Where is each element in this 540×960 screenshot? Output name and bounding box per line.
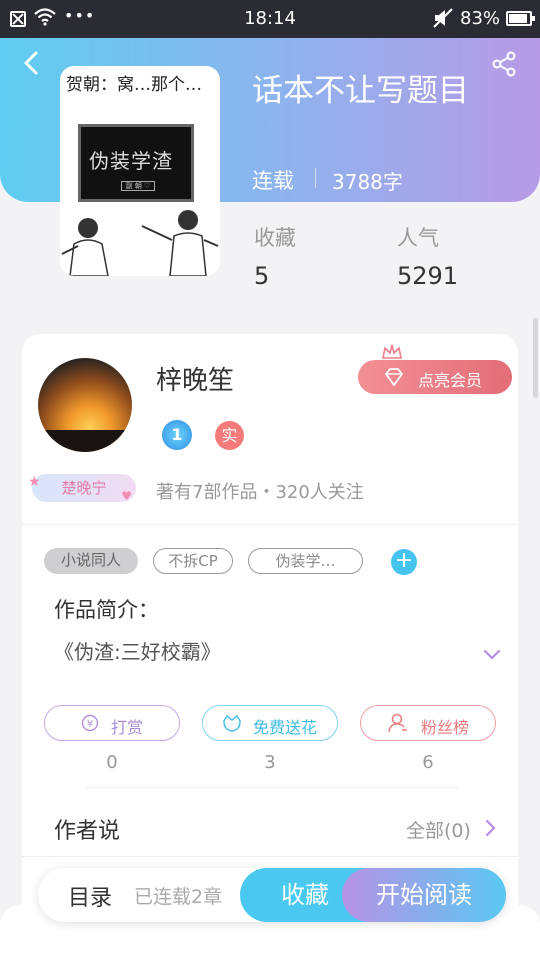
favorites-count: 5 (254, 262, 270, 290)
chevron-right-icon[interactable] (484, 818, 498, 838)
table-of-contents-button[interactable]: 目录 (68, 880, 112, 912)
svg-text:¥: ¥ (87, 719, 93, 730)
name-tag-label: 楚晚宁 (61, 479, 107, 497)
author-name-tag: ★ 楚晚宁 ♥ (28, 474, 136, 503)
cover-handwriting: 贺朝：窝…那个… (66, 75, 202, 95)
status-time: 18:14 (244, 8, 296, 29)
book-status: 连载 (252, 169, 294, 193)
tip-label: 打赏 (111, 718, 144, 737)
divider (22, 524, 518, 525)
chevron-left-icon (24, 51, 38, 75)
flower-icon (223, 714, 241, 732)
back-button[interactable] (18, 48, 44, 78)
scrollbar[interactable] (533, 318, 538, 398)
author-meta: 著有7部作品・320人关注 (156, 482, 364, 503)
fans-count: 6 (422, 752, 434, 773)
send-flower-button[interactable]: 免费送花 (202, 705, 338, 741)
author-says-all-link[interactable]: 全部(0) (406, 816, 471, 843)
word-count: 3788字 (332, 170, 403, 194)
favorites-label: 收藏 (254, 226, 296, 250)
status-bar: ••• 18:14 83% (0, 0, 540, 38)
fans-rank-label: 粉丝榜 (421, 718, 470, 737)
tip-count: 0 (106, 752, 118, 773)
vip-button[interactable]: 点亮会员 (358, 360, 512, 394)
author-says-title: 作者说 (54, 819, 121, 844)
popularity-label: 人气 (397, 226, 439, 250)
book-cover[interactable]: 贺朝：窝…那个… 伪装学渣 副 朝 ♡ (60, 66, 220, 276)
mute-icon (432, 8, 454, 33)
tag-no-split-cp[interactable]: 不拆CP (153, 548, 233, 574)
add-tag-button[interactable]: + (391, 549, 417, 575)
divider (86, 787, 458, 788)
intro-text: 《伪渣:三好校霸》 (54, 640, 221, 664)
status-divider (315, 168, 316, 188)
tag-series[interactable]: 伪装学… (248, 548, 363, 574)
cover-figures-illustration (61, 210, 219, 276)
star-icon: ★ (28, 474, 41, 490)
tip-button[interactable]: ¥ 打赏 (44, 705, 180, 741)
level-badge-icon[interactable]: 1 (162, 420, 192, 450)
share-button[interactable] (490, 50, 518, 78)
verified-badge-icon[interactable]: 实 (215, 421, 244, 450)
book-title: 话本不让写题目 (252, 73, 469, 109)
divider (22, 856, 518, 857)
tag-fanfic[interactable]: 小说同人 (44, 548, 138, 574)
chevron-down-icon[interactable] (482, 648, 502, 662)
fans-rank-button[interactable]: 粉丝榜 (360, 705, 496, 741)
user-icon (388, 713, 407, 733)
author-avatar[interactable] (38, 358, 132, 452)
heart-icon: ♥ (121, 489, 132, 503)
start-reading-button[interactable]: 开始阅读 (342, 868, 506, 922)
flower-count: 3 (264, 752, 276, 773)
chapters-count[interactable]: 已连载2章 (134, 882, 222, 909)
cover-board-text: 伪装学渣 (89, 149, 173, 173)
popularity-count: 5291 (397, 262, 459, 290)
cover-blackboard: 伪装学渣 副 朝 ♡ (78, 124, 194, 202)
yen-icon: ¥ (81, 714, 99, 732)
battery-icon (506, 11, 535, 26)
vip-label: 点亮会员 (418, 371, 483, 390)
diamond-icon (385, 368, 403, 386)
send-flower-label: 免费送花 (253, 718, 318, 737)
battery-percent: 83% (460, 8, 501, 29)
cover-board-small: 副 朝 ♡ (121, 181, 155, 191)
intro-title: 作品简介： (54, 598, 159, 622)
share-icon (492, 51, 516, 77)
author-name[interactable]: 梓晚笙 (156, 360, 234, 397)
crown-icon (382, 344, 402, 359)
